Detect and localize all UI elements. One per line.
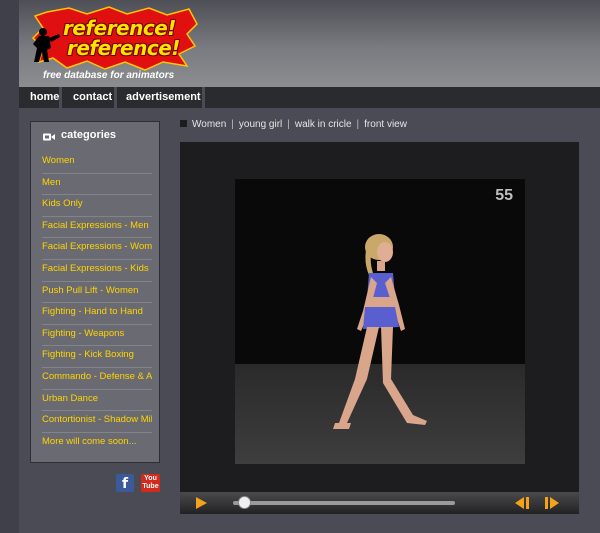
category-women[interactable]: Women (42, 152, 152, 174)
breadcrumb-separator: | (231, 119, 234, 130)
breadcrumb-women[interactable]: Women (192, 119, 226, 130)
top-nav: home contact advertisement (19, 87, 600, 108)
seek-knob[interactable] (237, 496, 251, 509)
breadcrumb-young-girl[interactable]: young girl (239, 119, 282, 130)
video-player[interactable]: 55 (180, 142, 579, 514)
category-urban-dance[interactable]: Urban Dance (42, 390, 152, 412)
header: reference! reference! free database for … (19, 0, 600, 87)
category-fighting-weapons[interactable]: Fighting - Weapons (42, 325, 152, 347)
logo-tagline: free database for animators (43, 70, 175, 81)
youtube-label-top: You (144, 475, 157, 482)
nav-contact[interactable]: contact (73, 89, 112, 106)
step-forward-icon[interactable] (543, 496, 561, 510)
category-commando[interactable]: Commando - Defense & Aid (42, 368, 152, 390)
category-facial-men[interactable]: Facial Expressions - Men (42, 217, 152, 239)
category-kick-boxing[interactable]: Fighting - Kick Boxing (42, 346, 152, 368)
logo-text-line2: reference! (67, 36, 180, 60)
category-facial-women[interactable]: Facial Expressions - Women (42, 238, 152, 260)
categories-panel: categories Women Men Kids Only Facial Ex… (30, 121, 160, 463)
video-camera-icon (43, 133, 55, 141)
left-strip (0, 0, 19, 533)
category-push-pull-lift[interactable]: Push Pull Lift - Women (42, 282, 152, 304)
video-frame[interactable]: 55 (235, 179, 525, 464)
category-more-soon[interactable]: More will come soon... (42, 433, 152, 455)
category-kids-only[interactable]: Kids Only (42, 195, 152, 217)
nav-advertisement[interactable]: advertisement (126, 89, 201, 106)
breadcrumb-separator: | (287, 119, 290, 130)
category-men[interactable]: Men (42, 174, 152, 196)
nav-divider (59, 87, 62, 108)
seek-track[interactable] (233, 501, 455, 505)
site-logo[interactable]: reference! reference! free database for … (29, 6, 199, 84)
player-controls (180, 492, 579, 514)
youtube-icon[interactable]: You Tube (141, 474, 160, 492)
step-back-icon[interactable] (513, 496, 531, 510)
nav-home[interactable]: home (30, 89, 59, 106)
breadcrumb-walk-in-circle[interactable]: walk in cricle (295, 119, 352, 130)
breadcrumb-bullet-icon (180, 120, 187, 127)
nav-divider (114, 87, 117, 108)
breadcrumb: Women | young girl | walk in cricle | front vi… (180, 118, 407, 132)
categories-title: categories (61, 129, 117, 141)
category-facial-kids[interactable]: Facial Expressions - Kids (42, 260, 152, 282)
breadcrumb-separator: | (356, 119, 360, 130)
youtube-label-bottom: Tube (142, 483, 159, 490)
category-contortionist[interactable]: Contortionist - Shadow Mike (42, 411, 152, 433)
breadcrumb-front-view[interactable]: front view (364, 119, 407, 130)
play-icon[interactable] (196, 497, 207, 509)
category-list: Women Men Kids Only Facial Expressions -… (42, 152, 152, 454)
category-fighting-hand[interactable]: Fighting - Hand to Hand (42, 303, 152, 325)
walking-girl-figure (333, 234, 427, 429)
nav-divider (202, 87, 205, 108)
facebook-icon[interactable]: f (116, 474, 134, 492)
